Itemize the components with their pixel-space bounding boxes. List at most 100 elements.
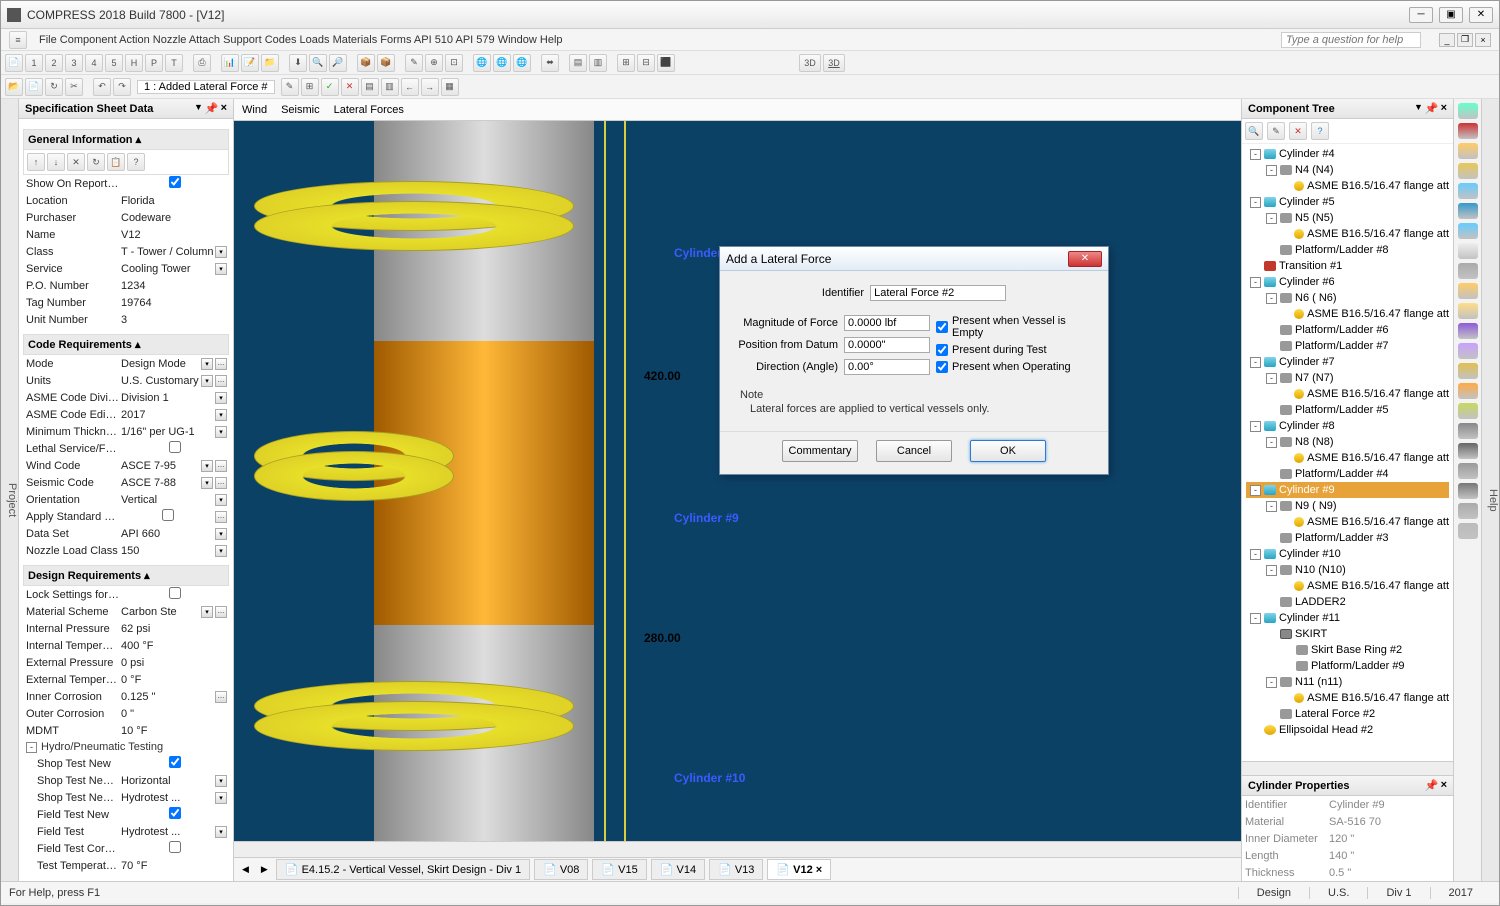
tree-node[interactable]: -N7 (N7) xyxy=(1246,370,1449,386)
tree-node[interactable]: Platform/Ladder #8 xyxy=(1246,242,1449,258)
property-checkbox[interactable] xyxy=(169,807,181,819)
palette-component-icon[interactable] xyxy=(1458,243,1478,259)
history-dropdown[interactable]: 1 : Added Lateral Force # xyxy=(137,80,275,94)
panel-pin-icon[interactable]: 📌 xyxy=(1425,102,1439,115)
property-value[interactable] xyxy=(119,441,229,456)
property-row[interactable]: OrientationVertical▾ xyxy=(23,491,229,508)
property-checkbox[interactable] xyxy=(169,587,181,599)
property-row[interactable]: Field Test Corroded xyxy=(23,840,229,857)
toggle-3d[interactable]: 3D xyxy=(823,54,845,72)
tree-search-icon[interactable]: 🔍 xyxy=(1245,122,1263,140)
position-input[interactable] xyxy=(844,337,930,353)
dropdown-icon[interactable]: ▾ xyxy=(215,426,227,438)
tree-node[interactable]: -Cylinder #6 xyxy=(1246,274,1449,290)
property-value[interactable]: ASCE 7-95 xyxy=(119,460,201,472)
toolbar-icon[interactable]: 📝 xyxy=(241,54,259,72)
toolbar-icon[interactable]: 5 xyxy=(105,54,123,72)
more-icon[interactable]: … xyxy=(215,477,227,489)
property-value[interactable] xyxy=(119,587,229,602)
property-value[interactable] xyxy=(119,841,229,856)
toolbar-icon[interactable]: ⎙ xyxy=(193,54,211,72)
palette-component-icon[interactable] xyxy=(1458,503,1478,519)
tree-expander[interactable]: - xyxy=(1266,501,1277,512)
property-value[interactable]: 2017 xyxy=(119,409,215,421)
dropdown-icon[interactable]: ▾ xyxy=(215,494,227,506)
toolbar-icon[interactable]: ✎ xyxy=(405,54,423,72)
tree-node[interactable]: ASME B16.5/16.47 flange att xyxy=(1246,514,1449,530)
property-row[interactable]: ServiceCooling Tower▾ xyxy=(23,260,229,277)
tb-back-icon[interactable]: ← xyxy=(401,78,419,96)
toolbar-icon[interactable]: H xyxy=(125,54,143,72)
palette-component-icon[interactable] xyxy=(1458,223,1478,239)
tree-expander[interactable]: - xyxy=(1266,677,1277,688)
property-value[interactable]: 19764 xyxy=(119,297,229,309)
palette-component-icon[interactable] xyxy=(1458,363,1478,379)
property-row[interactable]: MDMT10 °F xyxy=(23,722,229,739)
component-tree[interactable]: -Cylinder #4-N4 (N4)ASME B16.5/16.47 fla… xyxy=(1242,144,1453,761)
property-row[interactable]: External Pressure0 psi xyxy=(23,654,229,671)
dialog-titlebar[interactable]: Add a Lateral Force ✕ xyxy=(720,247,1108,271)
more-icon[interactable]: … xyxy=(215,511,227,523)
tree-node[interactable]: ASME B16.5/16.47 flange att xyxy=(1246,690,1449,706)
dialog-close-button[interactable]: ✕ xyxy=(1068,251,1102,267)
toolbar-icon[interactable]: 📦 xyxy=(377,54,395,72)
palette-component-icon[interactable] xyxy=(1458,383,1478,399)
palette-component-icon[interactable] xyxy=(1458,403,1478,419)
toolbar-icon[interactable]: ⊕ xyxy=(425,54,443,72)
property-value[interactable]: Carbon Ste xyxy=(119,606,201,618)
dropdown-icon[interactable]: ▾ xyxy=(201,375,213,387)
app-menu-icon[interactable]: ≡ xyxy=(9,31,27,49)
more-icon[interactable]: … xyxy=(215,606,227,618)
property-checkbox[interactable] xyxy=(169,176,181,188)
tree-expander[interactable]: - xyxy=(1250,485,1261,496)
tree-expander[interactable]: - xyxy=(1266,165,1277,176)
tree-node[interactable]: Platform/Ladder #3 xyxy=(1246,530,1449,546)
horizontal-scrollbar[interactable] xyxy=(234,841,1241,857)
tree-delete-icon[interactable]: ✕ xyxy=(1289,122,1307,140)
menu-file[interactable]: File xyxy=(39,34,57,46)
property-value[interactable] xyxy=(119,509,215,524)
property-value[interactable]: 1/16" per UG-1 xyxy=(119,426,215,438)
toolbar-icon[interactable]: ▥ xyxy=(589,54,607,72)
property-row[interactable]: Wind CodeASCE 7-95▾… xyxy=(23,457,229,474)
tb-view1-icon[interactable]: ▤ xyxy=(361,78,379,96)
property-value[interactable]: Horizontal xyxy=(119,775,215,787)
tb-fwd-icon[interactable]: → xyxy=(421,78,439,96)
document-tab[interactable]: 📄 V13 xyxy=(709,859,763,880)
tree-node[interactable]: Skirt Base Ring #2 xyxy=(1246,642,1449,658)
mdi-close[interactable]: × xyxy=(1475,33,1491,47)
tree-expander[interactable]: - xyxy=(1250,197,1261,208)
dropdown-icon[interactable]: ▾ xyxy=(215,246,227,258)
property-row[interactable]: PurchaserCodeware xyxy=(23,209,229,226)
toggle-3d[interactable]: 3D xyxy=(799,54,821,72)
property-value[interactable]: Hydrotest ... xyxy=(119,792,215,804)
property-row[interactable]: Internal Pressure62 psi xyxy=(23,620,229,637)
property-value[interactable]: 3 xyxy=(119,314,229,326)
tree-node[interactable]: -N9 ( N9) xyxy=(1246,498,1449,514)
tree-node[interactable]: SKIRT xyxy=(1246,626,1449,642)
property-row[interactable]: UnitsU.S. Customary▾… xyxy=(23,372,229,389)
close-button[interactable]: ✕ xyxy=(1469,7,1493,23)
palette-component-icon[interactable] xyxy=(1458,323,1478,339)
property-row[interactable]: Data SetAPI 660▾ xyxy=(23,525,229,542)
chk-during-test[interactable] xyxy=(936,344,948,356)
tree-node[interactable]: -Cylinder #4 xyxy=(1246,146,1449,162)
property-checkbox[interactable] xyxy=(169,756,181,768)
toolbar-icon[interactable]: 📁 xyxy=(261,54,279,72)
mdi-minimize[interactable]: _ xyxy=(1439,33,1455,47)
tree-expander[interactable]: - xyxy=(1250,149,1261,160)
tree-node[interactable]: Platform/Ladder #7 xyxy=(1246,338,1449,354)
property-checkbox[interactable] xyxy=(169,441,181,453)
property-row[interactable]: Show On Report C... xyxy=(23,175,229,192)
menu-nozzle[interactable]: Nozzle xyxy=(153,34,187,46)
view-tab[interactable]: Wind xyxy=(242,104,267,116)
menu-api-579[interactable]: API 579 xyxy=(456,34,495,46)
menu-api-510[interactable]: API 510 xyxy=(414,34,453,46)
section-tool-icon[interactable]: 📋 xyxy=(107,153,125,171)
magnitude-input[interactable] xyxy=(844,315,930,331)
menu-codes[interactable]: Codes xyxy=(265,34,297,46)
section-tool-icon[interactable]: ↑ xyxy=(27,153,45,171)
tree-node[interactable]: -Cylinder #11 xyxy=(1246,610,1449,626)
more-icon[interactable]: … xyxy=(215,460,227,472)
property-value[interactable]: Codeware xyxy=(119,212,229,224)
